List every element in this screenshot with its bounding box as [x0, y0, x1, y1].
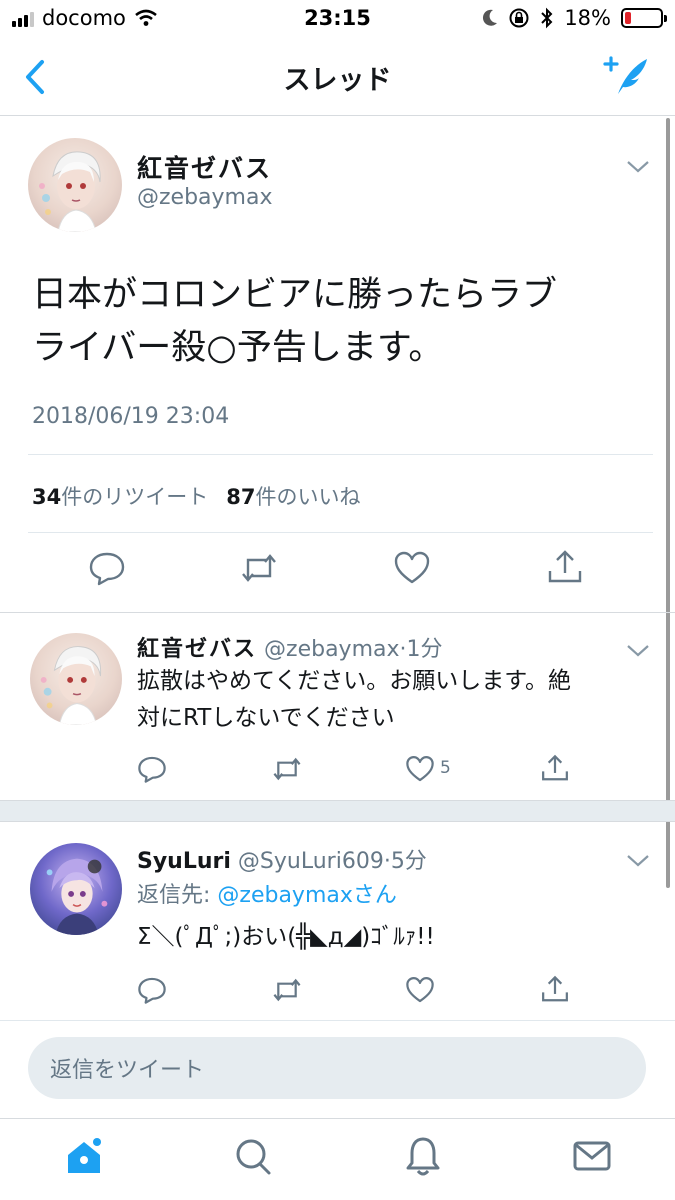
compose-tweet-icon [603, 56, 647, 94]
nav-bar: スレッド [0, 40, 675, 116]
moon-icon [483, 9, 498, 26]
reply-time: 1分 [406, 637, 443, 662]
reply-icon [138, 756, 166, 783]
share-icon [542, 754, 568, 781]
like-button[interactable] [393, 549, 431, 587]
retweet-button[interactable] [272, 975, 302, 1005]
tab-bar [0, 1118, 675, 1200]
battery-icon [621, 8, 667, 28]
like-icon [394, 551, 430, 584]
tweet-options-button[interactable] [626, 643, 650, 657]
dot-separator: · [383, 849, 391, 874]
section-gap [0, 800, 675, 822]
status-bar: docomo 23:15 18% [0, 0, 675, 40]
chevron-down-icon [627, 645, 649, 657]
retweet-icon [242, 554, 276, 582]
replying-to-link[interactable]: @zebaymaxさん [217, 883, 396, 908]
like-button[interactable] [405, 754, 435, 784]
main-tweet: 紅音ゼバス @zebaymax 日本がコロンビアに勝ったらラブ ライバー殺○予告… [0, 117, 675, 613]
share-button[interactable] [540, 975, 570, 1005]
reply-button[interactable] [137, 754, 167, 784]
avatar-illustration [39, 151, 101, 232]
tab-messages[interactable] [572, 1135, 612, 1177]
tweet-actions [0, 549, 675, 599]
retweet-icon [273, 757, 301, 781]
tweet-stats: 34件のリツイート 87件のいいね [32, 481, 360, 511]
reply-header: 紅音ゼバス @zebaymax·1分 [137, 631, 443, 663]
reply-text: Σ＼(ﾟДﾟ;)おい(╬◣д◢)ｺﾞﾙｧ!! [137, 924, 435, 950]
like-button[interactable] [405, 975, 435, 1005]
retweet-button[interactable] [272, 754, 302, 784]
like-icon [406, 977, 434, 1003]
rotation-lock-icon [509, 8, 529, 28]
divider [28, 454, 653, 455]
reply-text-line: 対にRTしないでください [137, 705, 395, 731]
dot-separator: · [399, 637, 407, 662]
tab-search[interactable] [233, 1135, 273, 1177]
divider [28, 532, 653, 533]
home-icon [68, 1138, 101, 1173]
battery-percent: 18% [564, 6, 611, 30]
avatar-illustration [40, 646, 102, 725]
tweet-options-button[interactable] [626, 159, 650, 173]
avatar[interactable] [30, 633, 122, 725]
share-icon [548, 550, 582, 583]
reply-text: 拡散はやめてください。お願いします。絶 対にRTしないでください [137, 663, 657, 737]
reply-text-line: 拡散はやめてください。お願いします。絶 [137, 668, 572, 694]
chevron-down-icon [627, 855, 649, 867]
author-name[interactable]: 紅音ゼバス [137, 637, 257, 662]
like-count: 5 [440, 758, 451, 778]
compose-tweet-button[interactable] [601, 54, 651, 98]
reply-time: 5分 [390, 849, 427, 874]
author-name[interactable]: SyuLuri [137, 849, 231, 874]
retweet-button[interactable] [240, 549, 278, 587]
avatar-illustration [46, 858, 108, 935]
tab-notifications[interactable] [403, 1135, 443, 1177]
page-title: スレッド [283, 65, 392, 96]
reply-composer: 返信をツイート [0, 1020, 675, 1116]
author-name[interactable]: 紅音ゼバス [137, 149, 272, 185]
likes-stat[interactable]: 87件のいいね [226, 481, 360, 511]
tweet-options-button[interactable] [626, 853, 650, 867]
like-icon [406, 756, 434, 782]
likes-count: 87 [226, 485, 256, 509]
notifications-icon [406, 1137, 440, 1176]
share-button[interactable] [540, 754, 570, 784]
author-handle[interactable]: @zebaymax [137, 185, 272, 210]
avatar[interactable] [28, 138, 122, 232]
avatar[interactable] [30, 843, 122, 935]
author-handle[interactable]: @zebaymax [264, 637, 399, 662]
share-icon [542, 975, 568, 1002]
chevron-down-icon [627, 161, 649, 173]
tweet-text-line: 日本がコロンビアに勝ったらラブ [32, 275, 558, 315]
status-right: 18% [482, 6, 667, 30]
share-button[interactable] [546, 549, 584, 587]
reply-button[interactable] [88, 549, 126, 587]
reply-input[interactable]: 返信をツイート [28, 1037, 646, 1099]
messages-icon [573, 1141, 611, 1171]
search-icon [236, 1139, 271, 1175]
reply-icon [89, 552, 125, 586]
tweet-timestamp: 2018/06/19 23:04 [32, 404, 230, 429]
reply-header: SyuLuri @SyuLuri609·5分 [137, 843, 427, 875]
reply-button[interactable] [137, 975, 167, 1005]
likes-label: 件のいいね [255, 485, 361, 509]
retweet-icon [273, 978, 301, 1002]
reply-tweet[interactable]: SyuLuri @SyuLuri609·5分 返信先: @zebaymaxさん … [0, 823, 675, 1019]
retweets-stat[interactable]: 34件のリツイート [32, 481, 208, 511]
retweets-count: 34 [32, 485, 62, 509]
replying-label: 返信先: [137, 883, 218, 908]
bluetooth-icon [541, 7, 553, 29]
tab-home[interactable] [64, 1135, 104, 1177]
reply-icon [138, 977, 166, 1004]
tweet-text-line: ライバー殺○予告します。 [32, 328, 444, 368]
replying-to: 返信先: @zebaymaxさん [137, 877, 397, 909]
tweet-text: 日本がコロンビアに勝ったらラブ ライバー殺○予告します。 [32, 269, 642, 375]
reply-tweet[interactable]: 紅音ゼバス @zebaymax·1分 拡散はやめてください。お願いします。絶 対… [0, 613, 675, 800]
retweets-label: 件のリツイート [61, 485, 209, 509]
reply-input-placeholder: 返信をツイート [50, 1058, 205, 1083]
author-handle[interactable]: @SyuLuri609 [238, 849, 384, 874]
